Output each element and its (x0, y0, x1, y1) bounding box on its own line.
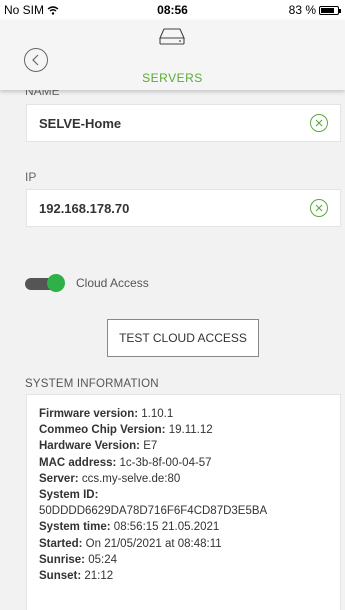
system-id-value: 50DDDD6629DA78D716F6F4CD87D3E5BA (39, 505, 268, 518)
server-icon (159, 28, 185, 45)
chevron-left-icon (32, 54, 39, 66)
chip-row: Commeo Chip Version: 19.11.12 (39, 422, 340, 438)
started-row: Started: On 21/05/2021 at 08:48:11 (39, 536, 340, 552)
chip-value: 19.11.12 (168, 424, 213, 437)
system-information-label: SYSTEM INFORMATION (25, 378, 159, 390)
ip-value: 192.168.178.70 (39, 201, 130, 216)
sunset-row: Sunset: 21:12 (39, 568, 340, 584)
started-value: On 21/05/2021 at 08:48:11 (85, 537, 222, 550)
ip-field[interactable]: 192.168.178.70 (26, 189, 341, 227)
hardware-row: Hardware Version: E7 (39, 438, 340, 454)
status-bar: No SIM 08:56 83 % (0, 0, 345, 20)
close-icon (315, 204, 323, 212)
sunset-label: Sunset: (39, 570, 82, 583)
page-title: SERVERS (142, 71, 203, 85)
system-id-label: System ID: (39, 489, 99, 502)
clear-name-button[interactable] (310, 114, 328, 132)
sunrise-label: Sunrise: (39, 553, 86, 566)
test-cloud-access-button[interactable]: TEST CLOUD ACCESS (107, 319, 259, 357)
firmware-row: Firmware version: 1.10.1 (39, 406, 340, 422)
server-value: ccs.my-selve.de:80 (81, 472, 181, 485)
started-label: Started: (39, 537, 83, 550)
system-id-row: System ID: (39, 487, 340, 503)
close-icon (315, 119, 323, 127)
toggle-knob (47, 274, 65, 292)
battery-icon (319, 5, 341, 15)
system-time-row: System time: 08:56:15 21.05.2021 (39, 519, 340, 535)
sunrise-row: Sunrise: 05:24 (39, 552, 340, 568)
mac-value: 1c-3b-8f-00-04-57 (119, 456, 212, 469)
name-value: SELVE-Home (39, 116, 122, 131)
system-information-box: Firmware version: 1.10.1 Commeo Chip Ver… (26, 394, 341, 610)
cloud-access-toggle[interactable] (25, 274, 65, 292)
firmware-label: Firmware version: (39, 408, 139, 420)
header: SERVERS (0, 20, 345, 90)
mac-row: MAC address: 1c-3b-8f-00-04-57 (39, 455, 340, 471)
server-label: Server: (39, 472, 79, 485)
sunset-value: 21:12 (84, 570, 114, 583)
cloud-access-label: Cloud Access (76, 276, 149, 290)
server-form: NAME SELVE-Home IP 192.168.178.70 Cloud … (0, 90, 345, 610)
name-label: NAME (25, 90, 60, 98)
battery-text: 83 % (288, 3, 316, 17)
mac-label: MAC address: (39, 456, 117, 469)
firmware-value: 1.10.1 (141, 408, 174, 420)
sunrise-value: 05:24 (88, 553, 117, 566)
name-field[interactable]: SELVE-Home (26, 104, 341, 142)
ip-label: IP (25, 170, 37, 184)
hardware-label: Hardware Version: (39, 440, 140, 453)
system-time-label: System time: (39, 521, 111, 534)
back-button[interactable] (24, 48, 48, 72)
chip-label: Commeo Chip Version: (39, 424, 166, 437)
clear-ip-button[interactable] (310, 199, 328, 217)
hardware-value: E7 (143, 440, 158, 453)
battery-status: 83 % (288, 3, 341, 17)
server-row: Server: ccs.my-selve.de:80 (39, 471, 340, 487)
system-time-value: 08:56:15 21.05.2021 (113, 521, 220, 534)
